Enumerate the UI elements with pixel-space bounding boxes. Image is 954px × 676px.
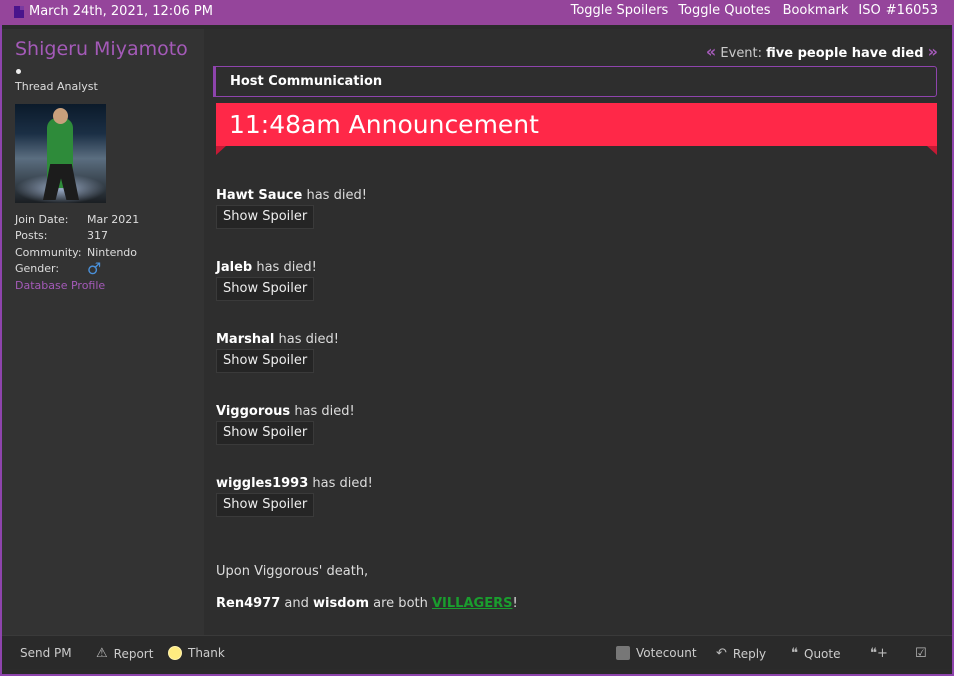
user-sidebar: Shigeru Miyamoto Thread Analyst Join Dat… — [2, 29, 204, 635]
posts-row: Posts: 317 — [15, 229, 108, 243]
announcement-title: 11:48am Announcement — [229, 110, 539, 139]
event-value: five people have died — [766, 46, 924, 61]
note-line-2: Ren4977 and wisdom are both VILLAGERS! — [216, 596, 518, 611]
report-button[interactable]: ⚠ Report — [96, 646, 153, 661]
death-player-name: Jaleb — [216, 260, 253, 275]
death-entry: Viggorous has died! Show Spoiler — [216, 404, 355, 445]
database-profile-link[interactable]: Database Profile — [15, 279, 105, 292]
death-player-name: wiggles1993 — [216, 476, 309, 491]
chevron-right-icon: » — [927, 42, 938, 61]
reply-button[interactable]: ↶ Reply — [716, 646, 766, 661]
host-communication-box: Host Communication — [213, 66, 937, 97]
banner-fold-left — [216, 146, 226, 155]
user-info: Join Date: Mar 2021 Posts: 317 Community… — [15, 211, 139, 277]
death-entry: Jaleb has died! Show Spoiler — [216, 260, 317, 301]
post-number-link[interactable]: #16053 — [886, 3, 938, 18]
document-icon — [14, 5, 24, 18]
villagers-role: VILLAGERS — [432, 596, 513, 611]
show-spoiler-button[interactable]: Show Spoiler — [216, 493, 315, 517]
thank-icon — [168, 646, 182, 660]
online-status-icon — [16, 69, 21, 74]
announcement-banner: 11:48am Announcement — [216, 103, 937, 146]
posts-value: 317 — [87, 229, 108, 243]
join-date-row: Join Date: Mar 2021 — [15, 212, 140, 226]
death-entry: Hawt Sauce has died! Show Spoiler — [216, 188, 367, 229]
toggle-spoilers-link[interactable]: Toggle Spoilers — [571, 3, 669, 18]
show-spoiler-button[interactable]: Show Spoiler — [216, 349, 315, 373]
username-link[interactable]: Shigeru Miyamoto — [15, 38, 188, 60]
community-row: Community: Nintendo — [15, 245, 138, 259]
show-spoiler-button[interactable]: Show Spoiler — [216, 205, 315, 229]
select-post-button[interactable]: ☑ — [915, 646, 933, 661]
post-date: March 24th, 2021, 12:06 PM — [14, 4, 213, 19]
community-value: Nintendo — [87, 245, 138, 259]
iso-link[interactable]: ISO — [858, 3, 880, 18]
bookmark-link[interactable]: Bookmark — [783, 3, 849, 18]
checkbox-icon: ☑ — [915, 646, 927, 661]
death-entry: Marshal has died! Show Spoiler — [216, 332, 339, 373]
banner-fold-right — [927, 146, 937, 155]
post-action-bar: Send PM ⚠ Report Thank Votecount ↶ Reply… — [2, 635, 952, 669]
user-title: Thread Analyst — [15, 80, 98, 93]
death-entry: wiggles1993 has died! Show Spoiler — [216, 476, 373, 517]
post-content: « Event: five people have died » Host Co… — [204, 29, 950, 635]
note-line-1: Upon Viggorous' death, — [216, 564, 369, 579]
quote-button[interactable]: ❝ Quote — [791, 646, 840, 661]
death-player-name: Hawt Sauce — [216, 188, 303, 203]
votecount-icon — [616, 646, 630, 660]
gender-row: Gender: ♂ — [15, 258, 102, 278]
event-tag[interactable]: « Event: five people have died » — [706, 42, 938, 61]
post-date-text: March 24th, 2021, 12:06 PM — [29, 4, 213, 19]
death-player-name: Viggorous — [216, 404, 291, 419]
thank-button[interactable]: Thank — [168, 646, 225, 660]
post-header-links: Toggle Spoilers Toggle Quotes Bookmark I… — [571, 3, 938, 18]
send-pm-button[interactable]: Send PM — [20, 646, 72, 660]
join-date-value: Mar 2021 — [87, 212, 140, 226]
avatar[interactable] — [15, 104, 106, 203]
votecount-button[interactable]: Votecount — [616, 646, 697, 660]
reply-icon: ↶ — [716, 646, 727, 661]
chevron-left-icon: « — [705, 42, 717, 61]
male-icon: ♂ — [87, 258, 102, 278]
show-spoiler-button[interactable]: Show Spoiler — [216, 421, 315, 445]
post-header-bar: March 24th, 2021, 12:06 PM Toggle Spoile… — [0, 0, 954, 25]
multi-quote-button[interactable]: ❝+ — [870, 646, 894, 661]
quote-icon: ❝ — [791, 646, 798, 661]
warning-icon: ⚠ — [96, 646, 108, 661]
death-player-name: Marshal — [216, 332, 275, 347]
multi-quote-icon: ❝+ — [870, 646, 888, 661]
show-spoiler-button[interactable]: Show Spoiler — [216, 277, 315, 301]
toggle-quotes-link[interactable]: Toggle Quotes — [678, 3, 770, 18]
